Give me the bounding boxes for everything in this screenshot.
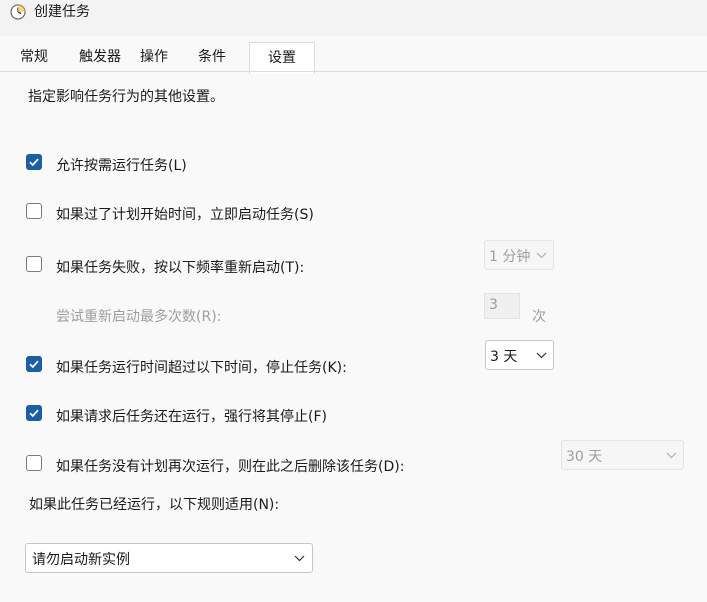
window-title: 创建任务: [34, 4, 90, 20]
tab-triggers[interactable]: 触发器: [79, 42, 121, 72]
run-missed-checkbox[interactable]: [26, 203, 42, 219]
checkmark-icon: [29, 409, 39, 418]
checkmark-icon: [29, 360, 39, 369]
delete-if-not-scheduled-checkbox[interactable]: [26, 455, 42, 471]
rule-dropdown[interactable]: 请勿启动新实例: [25, 543, 313, 573]
delete-if-not-scheduled-label[interactable]: 如果任务没有计划再次运行，则在此之后删除该任务(D):: [56, 456, 404, 476]
stop-duration-value: 3 天: [490, 349, 518, 365]
force-stop-checkbox[interactable]: [26, 405, 42, 421]
tab-settings[interactable]: 设置: [249, 42, 315, 74]
restart-attempts-label: 尝试重新启动最多次数(R):: [56, 309, 222, 325]
checkmark-icon: [29, 158, 39, 167]
restart-interval-value: 1 分钟: [489, 249, 531, 265]
title-bar: 创建任务: [0, 0, 707, 36]
stop-if-runs-longer-checkbox[interactable]: [26, 356, 42, 372]
allow-on-demand-checkbox[interactable]: [26, 154, 42, 170]
tab-actions[interactable]: 操作: [140, 42, 168, 72]
task-scheduler-clock-icon: [10, 4, 26, 20]
tab-conditions[interactable]: 条件: [198, 42, 226, 72]
restart-attempts-unit: 次: [532, 309, 546, 325]
restart-on-failure-label[interactable]: 如果任务失败，按以下频率重新启动(T):: [56, 257, 304, 277]
rule-selected-value: 请勿启动新实例: [32, 552, 130, 568]
restart-attempts-input[interactable]: 3: [484, 293, 520, 319]
stop-duration-dropdown[interactable]: 3 天: [485, 340, 554, 370]
chevron-down-icon: [666, 452, 677, 459]
force-stop-label[interactable]: 如果请求后任务还在运行，强行将其停止(F): [56, 406, 327, 426]
chevron-down-icon: [536, 252, 547, 259]
delete-delay-value: 30 天: [566, 449, 603, 465]
delete-delay-dropdown[interactable]: 30 天: [561, 440, 684, 470]
chevron-down-icon: [536, 352, 547, 359]
restart-attempts-value: 3: [489, 297, 498, 313]
allow-on-demand-label[interactable]: 允许按需运行任务(L): [56, 155, 187, 175]
tab-divider: [0, 71, 707, 72]
stop-if-runs-longer-label[interactable]: 如果任务运行时间超过以下时间，停止任务(K):: [56, 357, 347, 377]
run-missed-label[interactable]: 如果过了计划开始时间，立即启动任务(S): [56, 204, 314, 224]
chevron-down-icon: [294, 555, 305, 562]
restart-interval-dropdown[interactable]: 1 分钟: [484, 240, 554, 270]
tab-strip: 常规 触发器 操作 条件 设置: [0, 42, 707, 74]
rule-label: 如果此任务已经运行，以下规则适用(N):: [29, 497, 280, 513]
settings-description: 指定影响任务行为的其他设置。: [28, 89, 224, 105]
restart-on-failure-checkbox[interactable]: [26, 256, 42, 272]
tab-general[interactable]: 常规: [20, 42, 48, 72]
